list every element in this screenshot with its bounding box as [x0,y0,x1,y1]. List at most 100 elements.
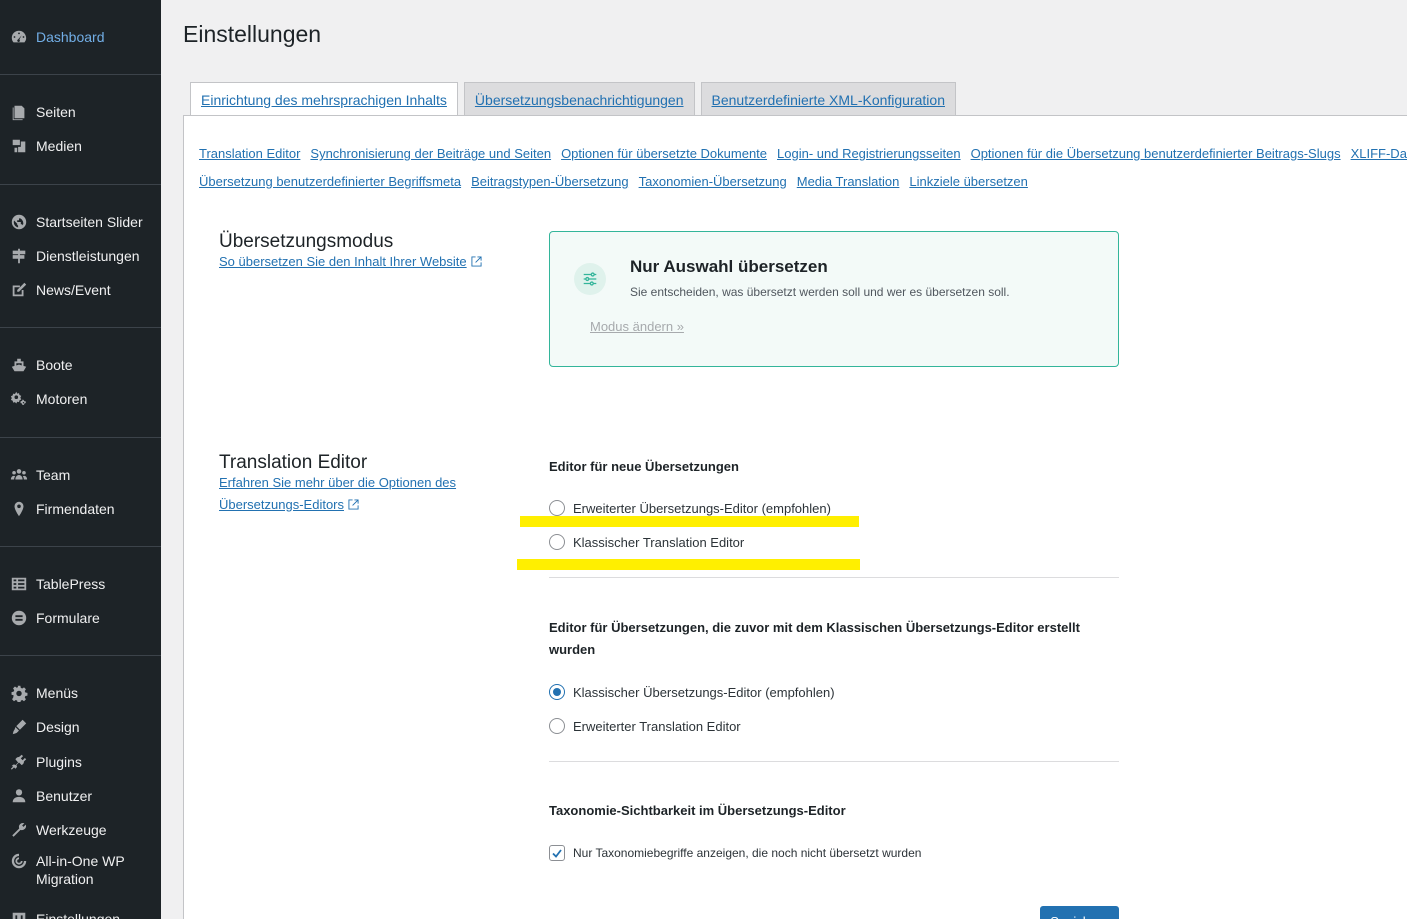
dashboard-icon [0,28,36,46]
checkbox[interactable] [549,845,565,861]
sidebar-item-boote[interactable]: Boote [0,348,161,382]
link-begriffsmeta[interactable]: Übersetzung benutzerdefinierter Begriffs… [199,174,461,189]
link-taxonomien[interactable]: Taxonomien-Übersetzung [639,174,787,189]
tab-xml-konfiguration[interactable]: Benutzerdefinierte XML-Konfiguration [700,82,956,116]
ship-icon [0,356,36,374]
groups-icon [0,466,36,484]
link-xliff[interactable]: XLIFF-Date [1351,146,1407,161]
yellow-highlight-mark [517,559,860,570]
save-button[interactable]: Speichern [1040,906,1119,919]
sidebar-separator [0,184,161,185]
sidebar-item-label: News/Event [36,282,111,298]
taxonomy-visibility-heading: Taxonomie-Sichtbarkeit im Übersetzungs-E… [549,803,846,818]
link-optionen-dokumente[interactable]: Optionen für übersetzte Dokumente [561,146,767,161]
sidebar-item-plugins[interactable]: Plugins [0,745,161,779]
section-title-translation-editor: Translation Editor [219,452,368,473]
checkbox-untranslated-terms-only[interactable]: Nur Taxonomiebegriffe anzeigen, die noch… [549,845,921,861]
sidebar-item-formulare[interactable]: Formulare [0,601,161,635]
brush-icon [0,718,36,736]
location-icon [0,500,36,518]
radio-old-advanced-editor[interactable]: Erweiterter Translation Editor [549,718,741,734]
link-login-registrierung[interactable]: Login- und Registrierungsseiten [777,146,961,161]
gears-icon [0,390,36,408]
sidebar-item-benutzer[interactable]: Benutzer [0,779,161,813]
sidebar-item-news-event[interactable]: News/Event [0,273,161,307]
editor-help-link-text: Übersetzungs-Editors [219,497,344,512]
sidebar-item-all-in-one-wp-migration[interactable]: All-in-One WP Migration [0,852,161,892]
sidebar-item-dashboard[interactable]: Dashboard [0,20,161,54]
link-beitrags-slugs[interactable]: Optionen für die Übersetzung benutzerdef… [971,146,1341,161]
page-title: Einstellungen [183,21,322,47]
sidebar-separator [0,74,161,75]
sidebar-item-label: Dashboard [36,29,105,45]
tab-mehrsprachiger-inhalt[interactable]: Einrichtung des mehrsprachigen Inhalts [190,82,458,116]
link-media-translation[interactable]: Media Translation [797,174,900,189]
sidebar-item-motoren[interactable]: Motoren [0,382,161,416]
external-link-icon [471,256,482,267]
sidebar-item-seiten[interactable]: Seiten [0,95,161,129]
admin-sidebar: Dashboard Seiten Medien Startseiten Slid… [0,0,161,919]
mode-help-link-text: So übersetzen Sie den Inhalt Ihrer Websi… [219,254,467,269]
radio-button-checked[interactable] [549,684,565,700]
external-link-icon [348,499,359,510]
sidebar-separator [0,655,161,656]
previous-translations-heading: Editor für Übersetzungen, die zuvor mit … [549,620,1080,657]
radio-label: Klassischer Translation Editor [573,534,745,550]
link-linkziele[interactable]: Linkziele übersetzen [909,174,1028,189]
change-mode-link[interactable]: Modus ändern » [590,319,684,334]
sidebar-item-label: Plugins [36,754,82,770]
radio-new-classic-editor[interactable]: Klassischer Translation Editor [549,534,744,550]
sidebar-item-design[interactable]: Design [0,710,161,744]
migration-icon [0,852,36,870]
link-synchronisierung[interactable]: Synchronisierung der Beiträge und Seiten [310,146,551,161]
media-icon [0,137,36,155]
checkmark-icon [552,849,562,858]
radio-button[interactable] [549,500,565,516]
radio-old-classic-editor[interactable]: Klassischer Übersetzungs-Editor (empfohl… [549,684,835,700]
sidebar-item-dienstleistungen[interactable]: Dienstleistungen [0,239,161,273]
checkbox-label: Nur Taxonomiebegriffe anzeigen, die noch… [573,846,922,860]
radio-new-advanced-editor[interactable]: Erweiterter Übersetzungs-Editor (empfohl… [549,500,831,516]
editor-help-link-line-1[interactable]: Erfahren Sie mehr über die Optionen des [219,472,456,494]
mode-help-link[interactable]: So übersetzen Sie den Inhalt Ihrer Websi… [219,251,482,273]
signpost-icon [0,247,36,265]
sidebar-item-label: Startseiten Slider [36,214,143,230]
sidebar-item-startseiten-slider[interactable]: Startseiten Slider [0,205,161,239]
editor-help-link[interactable]: Übersetzungs-Editors [219,494,359,516]
forms-icon [0,609,36,627]
radio-button[interactable] [549,718,565,734]
section-links-row-2: Übersetzung benutzerdefinierter Begriffs… [199,174,1407,189]
sidebar-separator [0,546,161,547]
link-translation-editor[interactable]: Translation Editor [199,146,300,161]
table-icon [0,575,36,593]
edit-icon [0,281,36,299]
settings-icon [0,910,36,919]
section-divider [549,577,1119,578]
sliders-icon [574,263,606,295]
sidebar-item-firmendaten[interactable]: Firmendaten [0,492,161,526]
mode-card-description: Sie entscheiden, was übersetzt werden so… [630,285,1010,299]
section-divider [549,761,1119,762]
pages-icon [0,103,36,121]
mode-card: Nur Auswahl übersetzen Sie entscheiden, … [549,231,1119,367]
sidebar-item-label: TablePress [36,576,106,592]
link-beitragstypen[interactable]: Beitragstypen-Übersetzung [471,174,629,189]
radio-button[interactable] [549,534,565,550]
sidebar-item-label: Einstellungen [36,911,121,919]
yellow-highlight-mark [520,516,859,527]
globe-icon [0,213,36,231]
sidebar-item-werkzeuge[interactable]: Werkzeuge [0,813,161,847]
radio-label: Erweiterter Translation Editor [573,718,741,734]
sidebar-item-label: All-in-One WP Migration [36,853,125,887]
radio-label: Erweiterter Übersetzungs-Editor (empfohl… [573,500,831,516]
user-icon [0,787,36,805]
sidebar-separator [0,327,161,328]
sidebar-item-menus[interactable]: Menüs [0,676,161,710]
tab-uebersetzungsbenachrichtigungen[interactable]: Übersetzungsbenachrichtigungen [463,82,695,116]
sidebar-item-label: Medien [36,138,82,154]
gear-icon [0,684,36,702]
sidebar-item-medien[interactable]: Medien [0,129,161,163]
sidebar-item-team[interactable]: Team [0,458,161,492]
sidebar-item-einstellungen[interactable]: Einstellungen [0,902,161,919]
sidebar-item-tablepress[interactable]: TablePress [0,567,161,601]
